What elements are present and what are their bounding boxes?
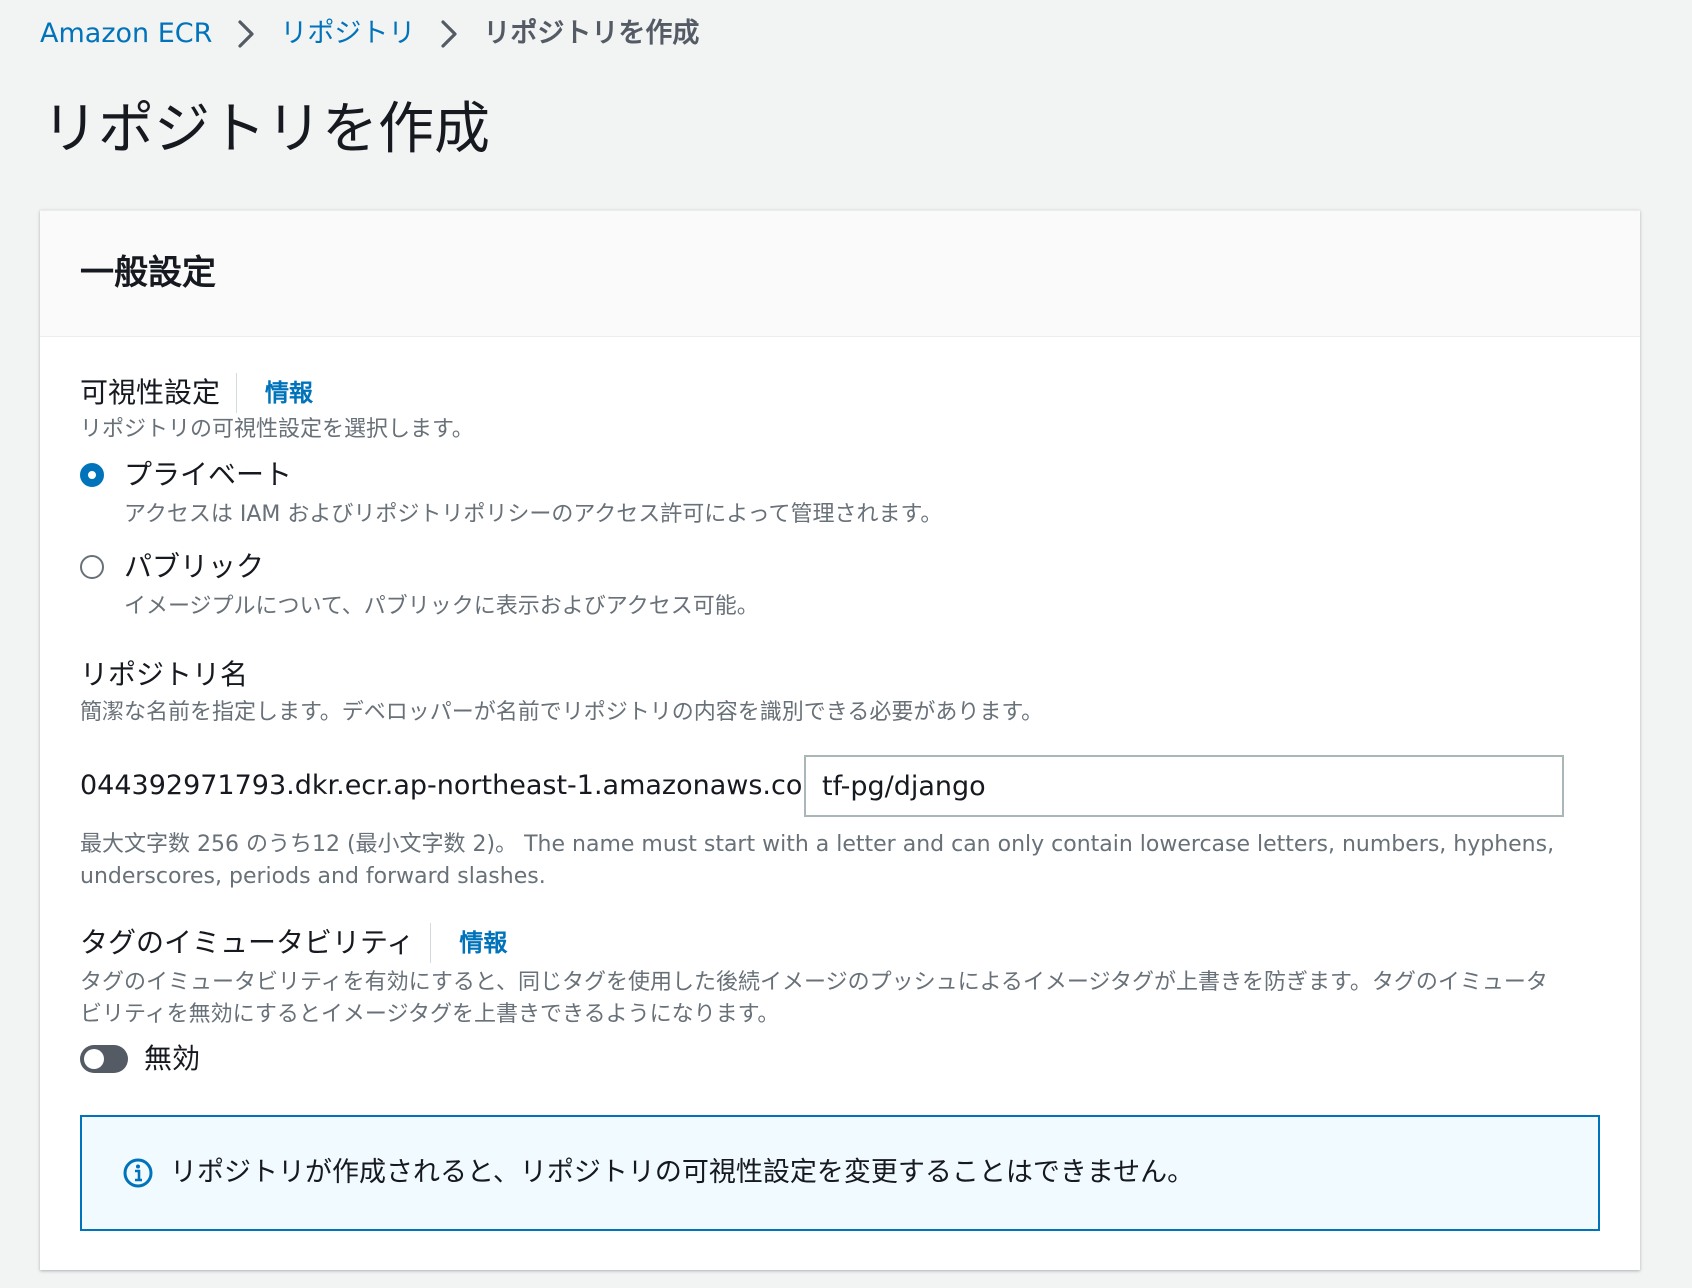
repo-name-label: リポジトリ名 xyxy=(80,658,249,691)
radio-public-description: イメージプルについて、パブリックに表示およびアクセス可能。 xyxy=(124,594,759,619)
toggle-knob xyxy=(84,1049,104,1069)
visibility-description: リポジトリの可視性設定を選択します。 xyxy=(80,417,474,442)
visibility-label: 可視性設定 xyxy=(80,376,221,409)
breadcrumb: Amazon ECR リポジトリ リポジトリを作成 xyxy=(40,14,699,54)
panel-title: 一般設定 xyxy=(80,253,216,293)
tag-immutability-state: 無効 xyxy=(144,1042,201,1075)
radio-public-label[interactable]: パブリック xyxy=(124,547,264,587)
visibility-alert: リポジトリが作成されると、リポジトリの可視性設定を変更することはできません。 xyxy=(80,1115,1600,1231)
radio-private[interactable] xyxy=(80,463,104,487)
visibility-label-row: 可視性設定 情報 xyxy=(80,373,313,413)
chevron-right-icon xyxy=(429,14,469,54)
repo-name-description: 簡潔な名前を指定します。デベロッパーが名前でリポジトリの内容を識別できる必要があ… xyxy=(80,700,1044,725)
alert-text: リポジトリが作成されると、リポジトリの可視性設定を変更することはできません。 xyxy=(170,1157,1195,1188)
tag-immutability-toggle[interactable] xyxy=(80,1045,128,1073)
breadcrumb-current: リポジトリを作成 xyxy=(483,18,700,49)
breadcrumb-link-repositories[interactable]: リポジトリ xyxy=(280,14,415,54)
breadcrumb-link-ecr[interactable]: Amazon ECR xyxy=(40,14,212,54)
info-circle-icon xyxy=(122,1157,154,1189)
repo-uri-prefix: 044392971793.dkr.ecr.ap-northeast-1.amaz… xyxy=(80,770,838,801)
visibility-info-link[interactable]: 情報 xyxy=(236,373,313,413)
tag-immutability-label: タグのイミュータビリティ xyxy=(80,926,415,959)
tag-immutability-label-row: タグのイミュータビリティ 情報 xyxy=(80,923,507,963)
radio-public[interactable] xyxy=(80,555,104,579)
radio-private-label[interactable]: プライベート xyxy=(124,455,292,495)
page-title: リポジトリを作成 xyxy=(42,97,490,162)
tag-immutability-description: タグのイミュータビリティを有効にすると、同じタグを使用した後続イメージのプッシュ… xyxy=(80,970,1548,1027)
general-settings-panel: 一般設定 可視性設定 情報 リポジトリの可視性設定を選択します。 プライベート … xyxy=(40,210,1640,1270)
panel-header: 一般設定 xyxy=(40,211,1640,337)
chevron-right-icon xyxy=(226,14,266,54)
repo-name-hint: 最大文字数 256 のうち12 (最小文字数 2)。 The name must… xyxy=(80,832,1555,889)
tag-immutability-info-link[interactable]: 情報 xyxy=(430,923,507,963)
radio-private-description: アクセスは IAM およびリポジトリポリシーのアクセス許可によって管理されます。 xyxy=(124,502,943,527)
repo-name-input[interactable] xyxy=(804,755,1564,817)
